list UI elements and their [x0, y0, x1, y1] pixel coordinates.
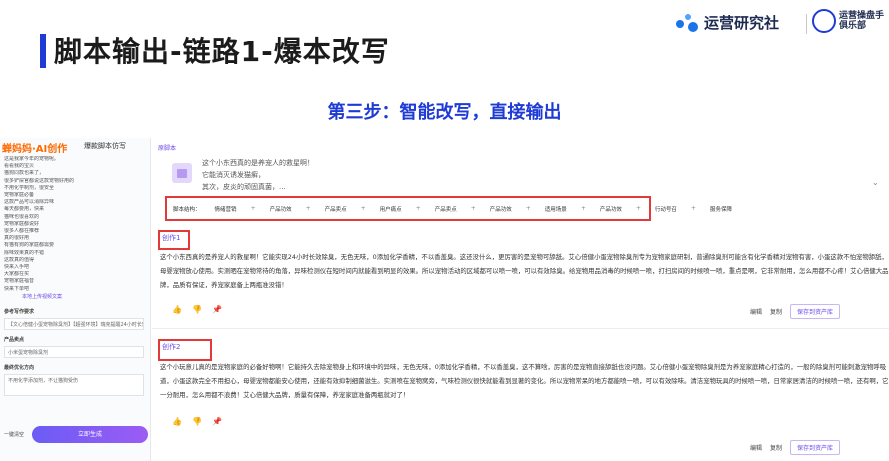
pin-icon[interactable]: 📌	[212, 305, 222, 314]
structure-item: 产品卖点	[324, 206, 347, 213]
logo-yunying: 运营研究社	[676, 12, 779, 33]
script-line: 快来下单吧	[4, 285, 30, 292]
script-line: 猫咪也很喜欢的	[4, 213, 40, 220]
script-line: 很多人都在推荐	[4, 228, 40, 235]
logo-club: 运营操盘手 俱乐部	[812, 9, 884, 33]
structure-item: 产品功效	[269, 206, 292, 213]
script-line: 除味效果真的不错	[4, 249, 45, 256]
direction-input[interactable]: 不用化学添加剂，不让猫狗受伤	[4, 374, 144, 396]
logo-primary-text: 运营研究社	[704, 14, 780, 32]
script-structure-box: 脚本结构： 情绪营销 + 产品功效 + 产品卖点 + 用户痛点 + 产品卖点 + 产品功效 + 适用场景…	[165, 196, 732, 221]
result-panel: 原脚本 ⌄ 这个小东西真的是养宠人的救星啊！ 它能消灭诱发猫癣， 其次，皮炎的顽…	[152, 138, 889, 461]
structure-item: 产品卖点	[434, 206, 457, 213]
generate-button[interactable]: 立即生成	[32, 426, 148, 443]
script-line: 不用化学制剂，很安全	[4, 184, 55, 191]
club-seal-icon	[812, 9, 836, 33]
creation-1-actions: 编辑 复制 保存到资产库	[750, 304, 841, 319]
input-panel: 蝉妈妈·AI创作 爆款脚本仿写 这是我家今年的宠物呢。 看看我的宝贝 猫狗同款也来了…	[0, 138, 151, 461]
upload-link[interactable]: 本地上传视频文案	[22, 293, 62, 300]
original-script-preview: 这个小东西真的是养宠人的救星啊！ 它能消灭诱发猫癣， 其次，皮炎的顽固真菌，..…	[202, 157, 314, 193]
original-line: 它能消灭诱发猫癣，	[202, 171, 265, 179]
creation-2-tag: 创作2	[162, 343, 181, 351]
edit-button[interactable]: 编辑	[750, 443, 762, 452]
pin-icon[interactable]: 📌	[212, 417, 222, 426]
tool-tab[interactable]: 爆款脚本仿写	[84, 141, 126, 151]
plus-icon: +	[415, 205, 421, 212]
slide-title: 脚本输出-链路1-爆本改写	[54, 35, 390, 68]
slide: 脚本输出-链路1-爆本改写 运营研究社 运营操盘手 俱乐部 第三步：智能改写，直…	[0, 0, 889, 461]
direction-label: 最终优化方向	[4, 365, 35, 371]
product-image-icon	[172, 163, 192, 183]
save-to-library-button[interactable]: 保存到资产库	[790, 440, 841, 455]
creation-1-feedback: 👍 👎 📌	[172, 305, 222, 314]
script-line: 宠物家庭都说好	[4, 220, 40, 227]
requirement-label: 参考写作要求	[4, 309, 35, 315]
creation-1-tag: 创作1	[162, 234, 181, 242]
script-line: 真的很好用	[4, 235, 30, 242]
original-line: 这个小东西真的是养宠人的救星啊！	[202, 159, 314, 167]
clear-button[interactable]: 一键清空	[4, 431, 24, 438]
script-line: 很多铲屎官都说这款宠物好用的	[4, 177, 75, 184]
thumbs-up-icon[interactable]: 👍	[172, 305, 182, 314]
creation-1-text: 这个小东西真的是养宠人的救星啊！它能实现24小时长效除臭，无色无味，0添加化学香…	[160, 253, 889, 289]
creation-2-actions: 编辑 复制 保存到资产库	[750, 440, 841, 455]
club-line-2: 俱乐部	[839, 21, 867, 31]
title-accent-bar	[40, 34, 46, 68]
plus-icon: +	[305, 205, 311, 212]
selling-point-input[interactable]: 小米蛋宠物除臭剂	[4, 346, 144, 358]
plus-icon: +	[525, 205, 531, 212]
script-line: 宠物家庭福音	[4, 278, 35, 285]
divider	[152, 328, 889, 329]
script-line: 大家都在买	[4, 271, 30, 278]
creation-1-highlight: 创作1	[158, 230, 190, 250]
logo-dots-icon	[676, 13, 698, 32]
script-line: 这款产品可以消除异味	[4, 199, 55, 206]
structure-item: 适用场景	[544, 206, 567, 213]
original-line: 其次，皮炎的顽固真菌，...	[202, 183, 286, 191]
creation-2-highlight: 创作2	[158, 339, 212, 361]
thumbs-up-icon[interactable]: 👍	[172, 417, 182, 426]
plus-icon: +	[470, 205, 476, 212]
structure-item: 服务保障	[709, 206, 732, 213]
thumbs-down-icon[interactable]: 👎	[192, 305, 202, 314]
copy-button[interactable]: 复制	[770, 307, 782, 316]
script-line: 快来入手吧	[4, 264, 30, 271]
plus-icon: +	[250, 205, 256, 212]
club-line-1: 运营操盘手	[839, 11, 885, 21]
structure-item: 产品功效	[599, 206, 622, 213]
selling-point-label: 产品卖点	[4, 337, 25, 343]
script-textarea[interactable]: 这是我家今年的宠物呢。 看看我的宝贝 猫狗同款也来了， 很多铲屎官都说这款宠物好用的不…	[4, 156, 144, 293]
plus-icon: +	[690, 205, 696, 212]
save-to-library-button[interactable]: 保存到资产库	[790, 304, 841, 319]
plus-icon: +	[360, 205, 366, 212]
original-script-tag: 原脚本	[158, 145, 177, 152]
script-line: 有猫有狗的家庭都需要	[4, 242, 55, 249]
structure-item: 情绪营销	[214, 206, 237, 213]
script-line: 猫狗同款也来了，	[4, 170, 45, 177]
thumbs-down-icon[interactable]: 👎	[192, 417, 202, 426]
copy-button[interactable]: 复制	[770, 443, 782, 452]
structure-label: 脚本结构：	[173, 206, 201, 213]
brand-logo: 蝉妈妈·AI创作	[2, 144, 68, 155]
script-line: 宠物家庭必备	[4, 192, 35, 199]
creation-2-feedback: 👍 👎 📌	[172, 417, 222, 426]
step-heading: 第三步：智能改写，直接输出	[327, 102, 562, 123]
chevron-down-icon[interactable]: ⌄	[872, 178, 879, 187]
script-line: 看看我的宝贝	[4, 163, 35, 170]
script-line: 这款真的值得	[4, 256, 35, 263]
edit-button[interactable]: 编辑	[750, 307, 762, 316]
creation-2-text: 这个小玩意儿真的是宠物家庭的必备好物啊！它能持久去除宠物身上和环境中的异味，无色…	[160, 363, 889, 399]
script-line: 每天都要用，快来	[4, 206, 45, 213]
logo-separator	[806, 14, 807, 34]
plus-icon: +	[635, 205, 641, 212]
requirement-input[interactable]: 【文心倍健小蛋宠物除臭剂】【超强环境】瑞克提醒24小时长效除臭	[4, 318, 144, 330]
structure-item: 用户痛点	[379, 206, 402, 213]
plus-icon: +	[580, 205, 586, 212]
structure-item: 产品功效	[489, 206, 512, 213]
script-line: 这是我家今年的宠物呢。	[4, 156, 60, 162]
structure-item: 行动号召	[654, 206, 677, 213]
